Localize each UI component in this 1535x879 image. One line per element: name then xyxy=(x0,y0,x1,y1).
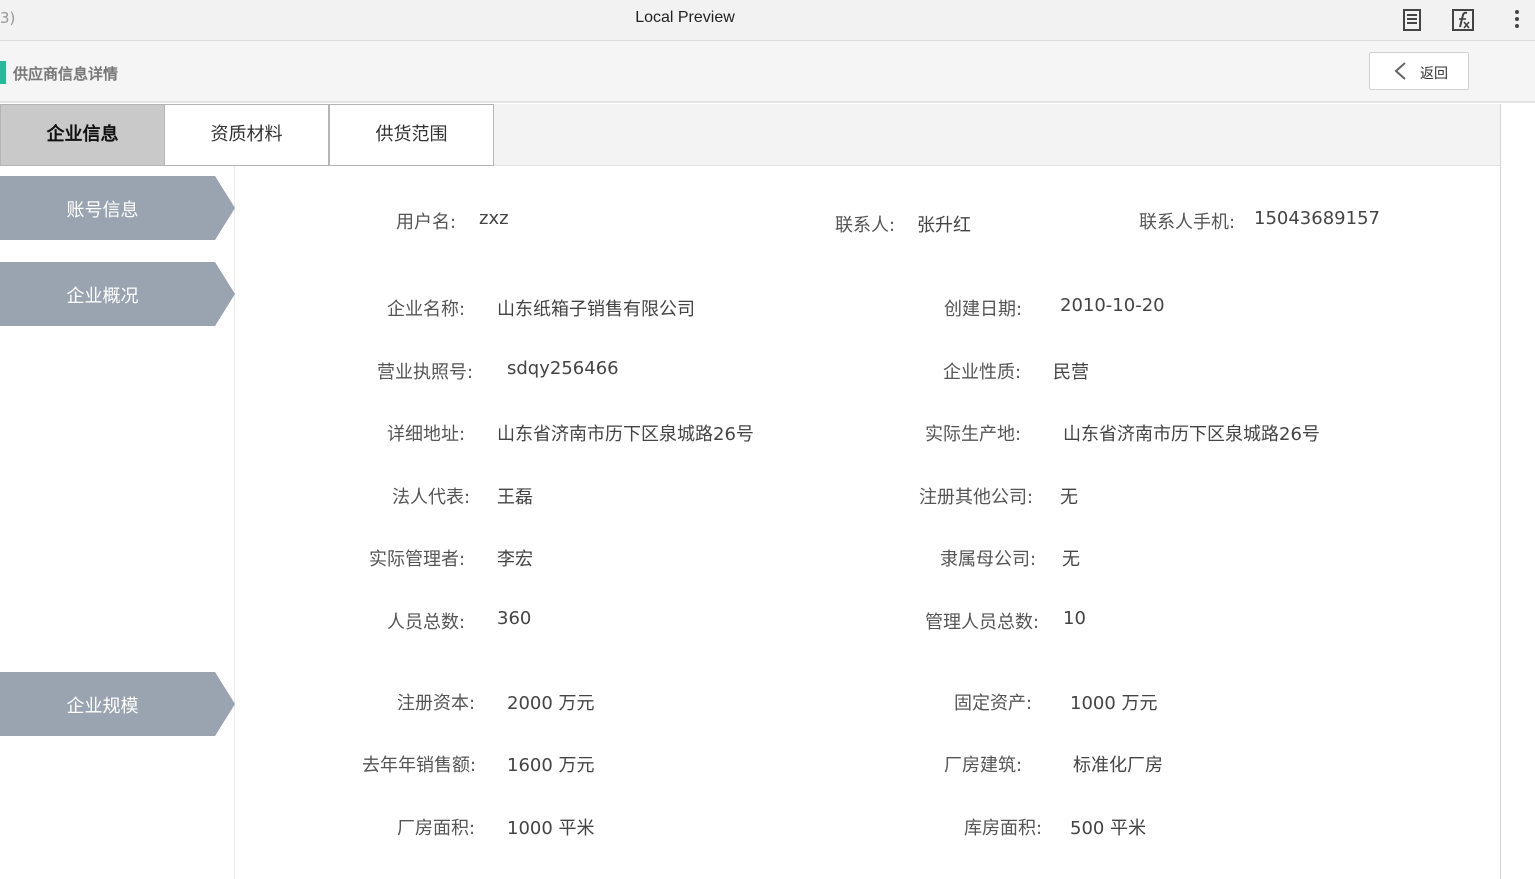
phone-value: 15043689157 xyxy=(1254,208,1380,229)
tab-bar: 企业信息 资质材料 供货范围 xyxy=(0,104,1500,166)
reader-icon[interactable] xyxy=(1398,6,1426,34)
page-header: 供应商信息详情 返回 xyxy=(0,41,1535,103)
registered-capital-value: 2000 万元 xyxy=(507,693,595,714)
other-company-label: 注册其他公司: xyxy=(919,487,1034,508)
chevron-left-icon xyxy=(1394,62,1406,80)
founded-date-value: 2010-10-20 xyxy=(1060,295,1165,316)
legal-rep-value: 王磊 xyxy=(497,487,533,508)
staff-total-value: 360 xyxy=(497,608,532,629)
username-value: zxz xyxy=(479,208,509,229)
staff-total-label: 人员总数: xyxy=(387,612,466,633)
manager-value: 李宏 xyxy=(497,549,533,570)
page-title: 供应商信息详情 xyxy=(13,65,119,83)
address-value: 山东省济南市历下区泉城路26号 xyxy=(497,424,754,445)
annual-sales-value: 1600 万元 xyxy=(507,755,595,776)
warehouse-area-label: 库房面积: xyxy=(964,818,1043,839)
parent-company-label: 隶属母公司: xyxy=(940,549,1037,570)
annual-sales-label: 去年年销售额: xyxy=(362,755,477,776)
parent-company-value: 无 xyxy=(1062,549,1080,570)
company-name-value: 山东纸箱子销售有限公司 xyxy=(497,299,695,320)
license-value: sdqy256466 xyxy=(507,358,619,379)
license-label: 营业执照号: xyxy=(377,362,474,383)
nature-label: 企业性质: xyxy=(943,362,1022,383)
plant-area-value: 1000 平米 xyxy=(507,818,595,839)
nature-value: 民营 xyxy=(1053,362,1089,383)
username-label: 用户名: xyxy=(396,212,457,233)
company-name-label: 企业名称: xyxy=(387,299,466,320)
address-label: 详细地址: xyxy=(387,424,466,445)
mgmt-total-value: 10 xyxy=(1063,608,1086,629)
contact-label: 联系人: xyxy=(835,215,896,236)
founded-date-label: 创建日期: xyxy=(944,299,1023,320)
tab-enterprise-info[interactable]: 企业信息 xyxy=(0,104,165,166)
mgmt-total-label: 管理人员总数: xyxy=(925,612,1040,633)
tab-supply-scope[interactable]: 供货范围 xyxy=(329,104,494,166)
plant-area-label: 厂房面积: xyxy=(397,818,476,839)
contact-value: 张升红 xyxy=(917,215,971,236)
section-label-overview: 企业概况 xyxy=(0,262,235,326)
back-button[interactable]: 返回 xyxy=(1369,52,1469,90)
back-button-label: 返回 xyxy=(1420,66,1448,82)
title-accent-bar xyxy=(0,61,6,84)
warehouse-area-value: 500 平米 xyxy=(1070,818,1147,839)
registered-capital-label: 注册资本: xyxy=(397,693,476,714)
main-panel: 企业信息 资质材料 供货范围 账号信息 企业概况 企业规模 用户名: zxz 联… xyxy=(0,104,1501,879)
section-column: 账号信息 企业概况 企业规模 xyxy=(0,166,235,879)
section-label-account: 账号信息 xyxy=(0,176,235,240)
legal-rep-label: 法人代表: xyxy=(392,487,471,508)
fixed-assets-label: 固定资产: xyxy=(954,693,1033,714)
phone-label: 联系人手机: xyxy=(1139,212,1236,233)
building-type-label: 厂房建筑: xyxy=(944,755,1023,776)
more-vertical-icon[interactable] xyxy=(1503,6,1531,34)
window-title-bar: 3) Local Preview xyxy=(0,0,1535,41)
building-type-value: 标准化厂房 xyxy=(1073,755,1163,776)
tab-qualifications[interactable]: 资质材料 xyxy=(164,104,329,166)
window-title: Local Preview xyxy=(635,9,735,26)
production-site-value: 山东省济南市历下区泉城路26号 xyxy=(1063,424,1320,445)
manager-label: 实际管理者: xyxy=(369,549,466,570)
fx-icon[interactable] xyxy=(1449,6,1477,34)
other-company-value: 无 xyxy=(1060,487,1078,508)
fixed-assets-value: 1000 万元 xyxy=(1070,693,1158,714)
production-site-label: 实际生产地: xyxy=(925,424,1022,445)
section-label-scale: 企业规模 xyxy=(0,672,235,736)
